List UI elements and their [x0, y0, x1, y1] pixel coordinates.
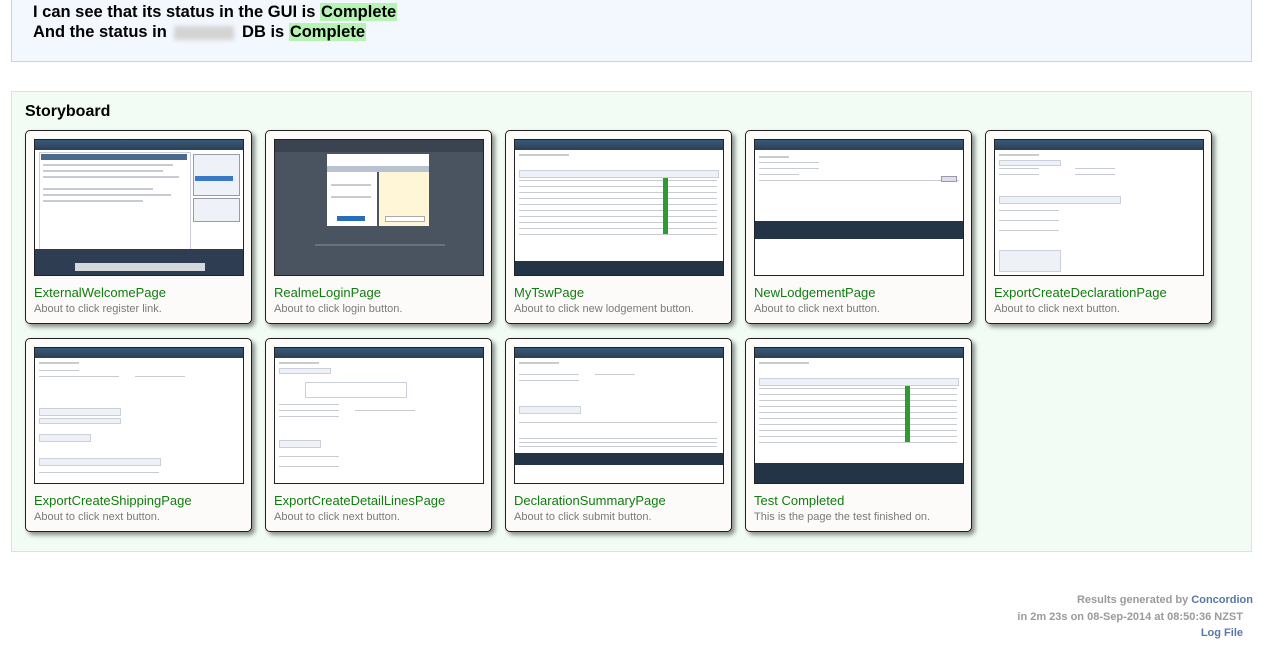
card-title: ExportCreateShippingPage: [34, 493, 192, 508]
storyboard-card[interactable]: Test Completed This is the page the test…: [745, 338, 972, 532]
card-description: About to click next button.: [34, 511, 160, 523]
card-title: NewLodgementPage: [754, 285, 876, 300]
card-description: This is the page the test finished on.: [754, 511, 931, 523]
screenshot-thumbnail[interactable]: [274, 347, 484, 484]
db-status-value: Complete: [288, 23, 366, 41]
card-description: About to click register link.: [34, 303, 162, 315]
card-description: About to click next button.: [994, 303, 1120, 315]
storyboard-card[interactable]: RealmeLoginPage About to click login but…: [265, 130, 492, 324]
storyboard-card[interactable]: MyTswPage About to click new lodgement b…: [505, 130, 732, 324]
results-generated-line: Results generated by Concordion: [1076, 594, 1253, 606]
redacted-text: [174, 25, 235, 40]
card-description: About to click next button.: [754, 303, 880, 315]
storyboard-card[interactable]: ExportCreateDeclarationPage About to cli…: [985, 130, 1212, 324]
gui-status-value: Complete: [320, 3, 398, 21]
screenshot-thumbnail[interactable]: [34, 347, 244, 484]
card-description: About to click submit button.: [514, 511, 652, 523]
results-timing: in 2m 23s on 08-Sep-2014 at 08:50:36 NZS…: [1017, 611, 1243, 623]
storyboard-card[interactable]: ExportCreateShippingPage About to click …: [25, 338, 252, 532]
card-title: ExternalWelcomePage: [34, 285, 166, 300]
card-title: MyTswPage: [514, 285, 585, 300]
log-file-link[interactable]: Log File: [1201, 627, 1243, 639]
status-panel: I can see that its status in the GUI is …: [11, 0, 1252, 62]
card-title: RealmeLoginPage: [274, 285, 381, 300]
card-description: About to click next button.: [274, 511, 400, 523]
storyboard-card[interactable]: DeclarationSummaryPage About to click su…: [505, 338, 732, 532]
screenshot-thumbnail[interactable]: [514, 139, 724, 276]
card-description: About to click new lodgement button.: [514, 303, 694, 315]
card-title: ExportCreateDeclarationPage: [994, 285, 1167, 300]
card-description: About to click login button.: [274, 303, 403, 315]
storyboard-card[interactable]: ExportCreateDetailLinesPage About to cli…: [265, 338, 492, 532]
log-file-line: Log File: [1201, 627, 1243, 639]
screenshot-thumbnail[interactable]: [34, 139, 244, 276]
storyboard-title: Storyboard: [25, 103, 111, 120]
gui-status-line: I can see that its status in the GUI is …: [33, 3, 398, 21]
screenshot-thumbnail[interactable]: [274, 139, 484, 276]
screenshot-thumbnail[interactable]: [754, 347, 964, 484]
screenshot-thumbnail[interactable]: [754, 139, 964, 276]
storyboard-card[interactable]: ExternalWelcomePage About to click regis…: [25, 130, 252, 324]
card-title: DeclarationSummaryPage: [514, 493, 666, 508]
concordion-link[interactable]: Concordion: [1191, 594, 1253, 606]
screenshot-thumbnail[interactable]: [514, 347, 724, 484]
db-status-line: And the status in DB is Complete: [33, 23, 366, 41]
card-title: Test Completed: [754, 493, 845, 508]
storyboard-card[interactable]: NewLodgementPage About to click next but…: [745, 130, 972, 324]
screenshot-thumbnail[interactable]: [994, 139, 1204, 276]
card-title: ExportCreateDetailLinesPage: [274, 493, 446, 508]
storyboard-panel: Storyboard ExternalWelcomePage About to …: [11, 91, 1252, 552]
